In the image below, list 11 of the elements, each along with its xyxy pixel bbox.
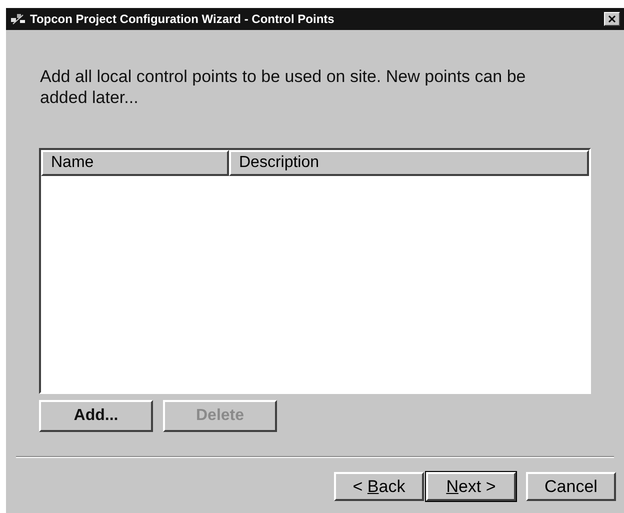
close-icon — [608, 15, 616, 23]
close-button[interactable] — [604, 12, 620, 26]
column-header[interactable]: Description — [229, 150, 589, 176]
nav-button[interactable]: Next > — [426, 472, 516, 501]
window-title: Topcon Project Configuration Wizard - Control Points — [30, 11, 336, 28]
column-header[interactable]: Name — [41, 150, 229, 176]
nav-button[interactable]: < Back — [334, 472, 424, 501]
instruction-text: Add all local control points to be used on site. New points can be added later... — [40, 66, 527, 108]
app-icon — [10, 12, 26, 26]
nav-button[interactable]: Cancel — [526, 472, 616, 501]
list-button[interactable]: Add... — [39, 400, 153, 432]
